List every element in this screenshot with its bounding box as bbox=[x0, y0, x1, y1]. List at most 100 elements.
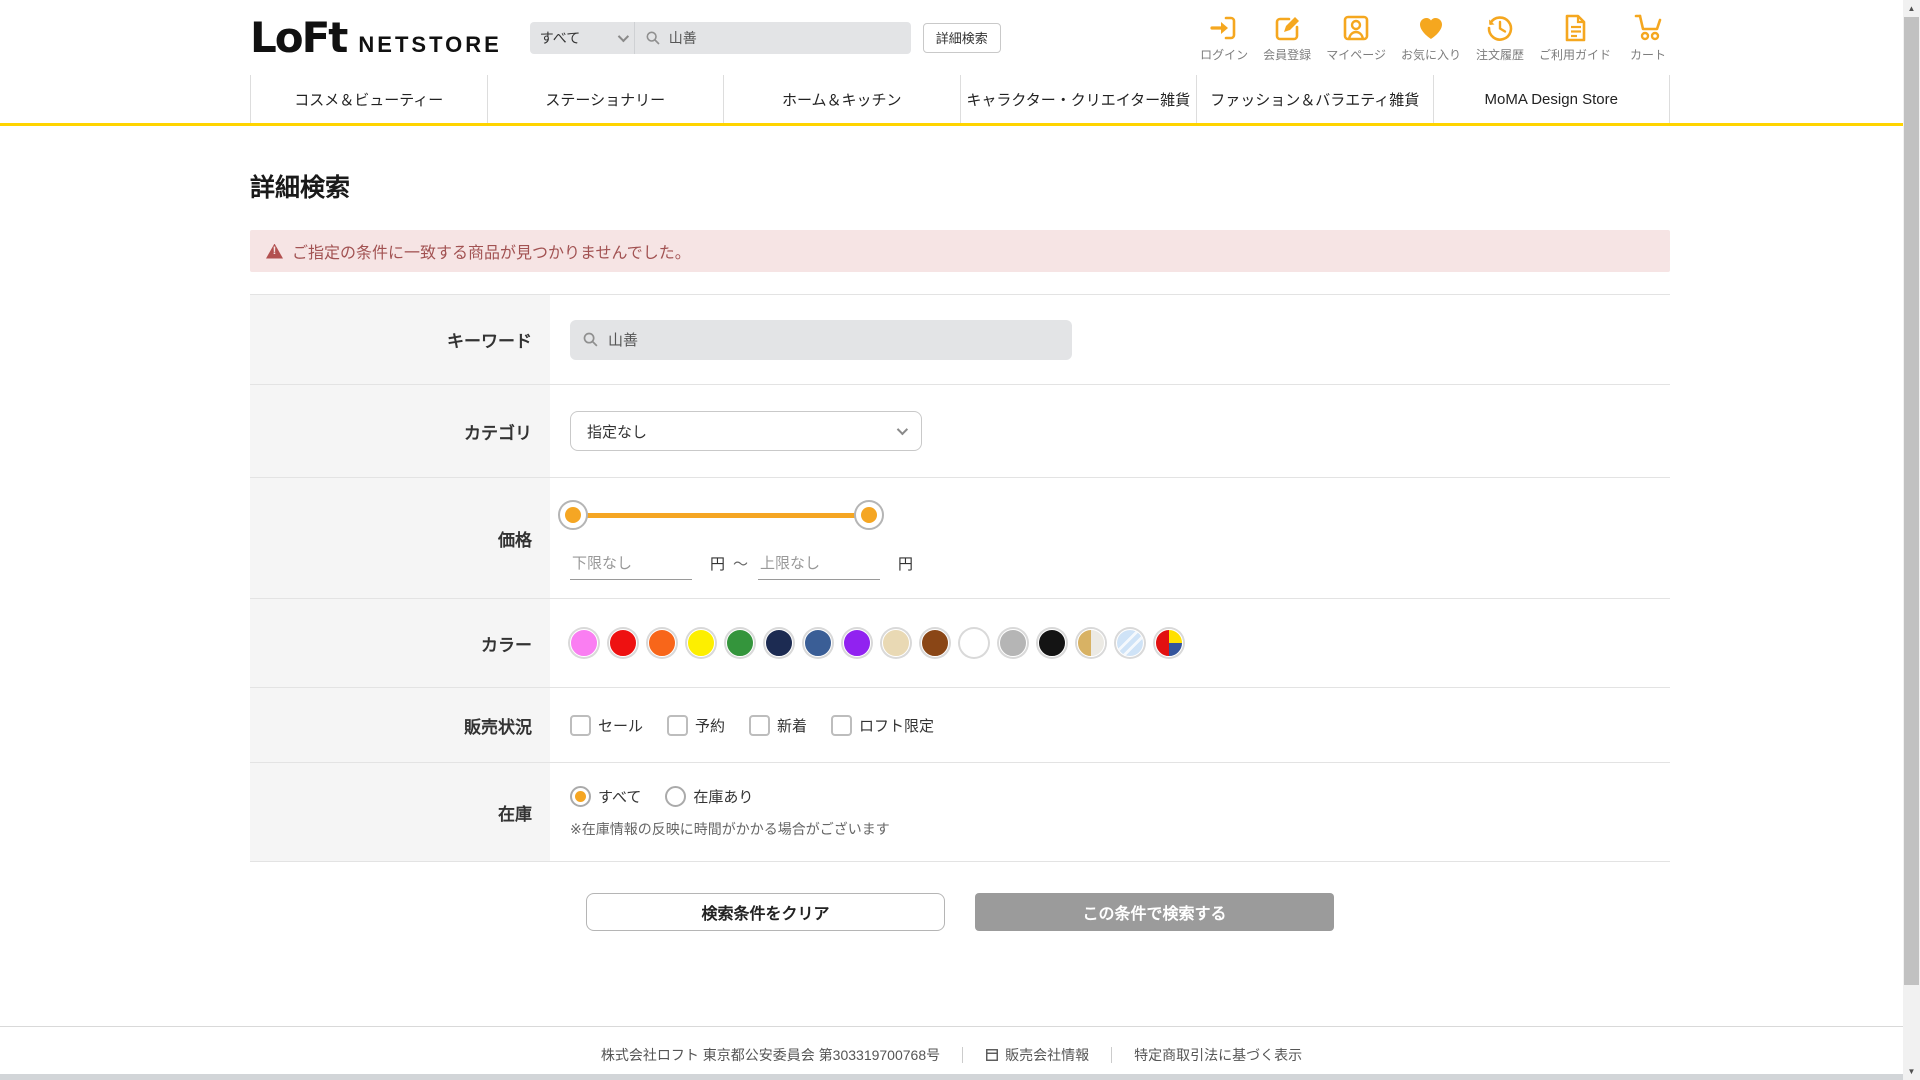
keyword-input[interactable]: 山善 bbox=[570, 319, 1072, 360]
nav-item-stationery[interactable]: ステーショナリー bbox=[486, 75, 724, 123]
price-max-input[interactable]: 上限なし bbox=[758, 550, 881, 580]
nav-item-fashion-variety[interactable]: ファッション＆バラエティ雑貨 bbox=[1196, 75, 1433, 123]
nav-item-moma[interactable]: MoMA Design Store bbox=[1432, 75, 1670, 123]
color-swatch-gold-silver[interactable] bbox=[1077, 629, 1105, 657]
checkbox-label: 予約 bbox=[695, 717, 726, 735]
nav-item-home-kitchen[interactable]: ホーム＆キッチン bbox=[723, 75, 960, 123]
quick-links: ログイン 会員登録 マイページ お気に入り 注文履歴 ご利用ガイド カート bbox=[1200, 13, 1670, 63]
store-logo[interactable]: LoFt NETSTORE bbox=[250, 13, 502, 62]
logo-store-text: NETSTORE bbox=[358, 32, 502, 57]
price-min-input[interactable]: 下限なし bbox=[570, 550, 692, 580]
login-link[interactable]: ログイン bbox=[1200, 13, 1248, 63]
seller-info-link[interactable]: 販売会社情報 bbox=[985, 1045, 1089, 1065]
favorites-link[interactable]: お気に入り bbox=[1401, 13, 1461, 63]
stock-label: 在庫 bbox=[250, 763, 550, 861]
footer-divider bbox=[1111, 1047, 1113, 1063]
color-swatch-brown[interactable] bbox=[921, 629, 949, 657]
status-checkbox-item[interactable]: セール bbox=[570, 714, 644, 736]
color-swatch-black[interactable] bbox=[1038, 629, 1066, 657]
checkbox-unchecked[interactable] bbox=[831, 714, 853, 736]
search-form: キーワード 山善 カテゴリ 指定なし 価格 下限なし 円 ～ 上限なし 円 カラ… bbox=[250, 294, 1670, 862]
order-history-label: 注文履歴 bbox=[1475, 47, 1524, 62]
mypage-label: マイページ bbox=[1326, 47, 1386, 62]
color-swatch-clear[interactable] bbox=[1116, 629, 1144, 657]
favorites-label: お気に入り bbox=[1400, 47, 1461, 62]
nav-item-cosmetics[interactable]: コスメ＆ビューティー bbox=[250, 75, 487, 123]
color-swatch-beige[interactable] bbox=[882, 629, 910, 657]
window-bottom-edge bbox=[0, 1074, 1903, 1080]
checkbox-label: 新着 bbox=[777, 717, 808, 735]
radio-selected[interactable] bbox=[570, 785, 591, 807]
footer-company-text: 株式会社ロフト 東京都公安委員会 第303319700768号 bbox=[600, 1047, 941, 1063]
status-checkbox-item[interactable]: ロフト限定 bbox=[831, 714, 935, 736]
color-swatch-yellow[interactable] bbox=[687, 629, 715, 657]
header-search-input[interactable]: 山善 bbox=[634, 21, 911, 54]
color-swatch-orange[interactable] bbox=[648, 629, 676, 657]
color-swatch-white[interactable] bbox=[960, 629, 988, 657]
category-select[interactable]: 指定なし bbox=[570, 411, 922, 451]
checkbox-label: セール bbox=[598, 717, 644, 735]
color-swatch-green[interactable] bbox=[726, 629, 754, 657]
category-selected-value: 指定なし bbox=[587, 423, 648, 441]
clear-conditions-button[interactable]: 検索条件をクリア bbox=[586, 893, 945, 931]
checkbox-unchecked[interactable] bbox=[570, 714, 591, 736]
page: LoFt NETSTORE すべて 山善 詳細検索 ログイン 会員登録 マイペー… bbox=[0, 0, 1920, 1080]
login-icon bbox=[1210, 16, 1236, 39]
status-checkbox-item[interactable]: 新着 bbox=[749, 714, 808, 736]
scrollbar-up-arrow[interactable]: ▲ bbox=[1903, 0, 1920, 17]
price-min-unit: 円 bbox=[710, 556, 726, 573]
register-link[interactable]: 会員登録 bbox=[1263, 13, 1311, 63]
stock-options: すべて 在庫あり bbox=[570, 785, 753, 807]
color-swatch-blue[interactable] bbox=[804, 629, 832, 657]
checkbox-label: ロフト限定 bbox=[859, 717, 935, 735]
price-slider-handle-max[interactable] bbox=[854, 500, 884, 530]
stock-radio-item[interactable]: 在庫あり bbox=[665, 785, 753, 807]
order-history-icon bbox=[1487, 15, 1513, 41]
cart-link[interactable]: カート bbox=[1626, 13, 1670, 63]
color-swatch-pink[interactable] bbox=[570, 629, 598, 657]
color-swatch-multicolor[interactable] bbox=[1155, 629, 1183, 657]
detail-search-button[interactable]: 詳細検索 bbox=[922, 22, 1001, 53]
chevron-down-icon bbox=[617, 30, 629, 42]
header-search-category-select[interactable]: すべて bbox=[529, 21, 634, 54]
cart-label: カート bbox=[1629, 47, 1666, 62]
search-with-conditions-button[interactable]: この条件で検索する bbox=[975, 893, 1334, 931]
error-message-text: ご指定の条件に一致する商品が見つかりませんでした。 bbox=[292, 245, 691, 262]
price-range-slider bbox=[558, 500, 884, 530]
color-swatch-purple[interactable] bbox=[843, 629, 871, 657]
header-search-category-value: すべて bbox=[539, 29, 581, 46]
main-content: 詳細検索 ご指定の条件に一致する商品が見つかりませんでした。 キーワード 山善 bbox=[250, 168, 1670, 931]
color-swatch-gray[interactable] bbox=[999, 629, 1027, 657]
price-separator: ～ bbox=[733, 556, 749, 573]
legal-link[interactable]: 特定商取引法に基づく表示 bbox=[1134, 1045, 1302, 1065]
vertical-scrollbar[interactable]: ▲ ▼ bbox=[1903, 0, 1920, 1080]
guide-label: ご利用ガイド bbox=[1538, 47, 1611, 62]
radio-unselected[interactable] bbox=[665, 785, 687, 807]
nav-item-character-goods[interactable]: キャラクター・クリエイター雑貨 bbox=[959, 75, 1197, 123]
price-label: 価格 bbox=[250, 478, 550, 598]
checkbox-unchecked[interactable] bbox=[749, 714, 771, 736]
checkbox-unchecked[interactable] bbox=[667, 714, 689, 736]
footer: 株式会社ロフト 東京都公安委員会 第303319700768号 販売会社情報 特… bbox=[0, 1026, 1903, 1065]
scrollbar-down-arrow[interactable]: ▼ bbox=[1903, 1063, 1920, 1080]
search-icon bbox=[646, 31, 660, 45]
seller-info-label: 販売会社情報 bbox=[1005, 1047, 1090, 1063]
login-label: ログイン bbox=[1200, 47, 1249, 62]
order-history-link[interactable]: 注文履歴 bbox=[1476, 13, 1524, 63]
scrollbar-thumb[interactable] bbox=[1904, 17, 1919, 985]
guide-icon bbox=[1565, 14, 1586, 41]
register-label: 会員登録 bbox=[1263, 47, 1312, 62]
price-row: 価格 下限なし 円 ～ 上限なし 円 bbox=[250, 478, 1670, 599]
keyword-value: 山善 bbox=[608, 332, 639, 349]
color-swatch-navy[interactable] bbox=[765, 629, 793, 657]
price-slider-handle-min[interactable] bbox=[558, 500, 588, 530]
search-icon bbox=[583, 332, 598, 347]
stock-radio-item[interactable]: すべて bbox=[570, 785, 641, 807]
storefront-icon bbox=[986, 1049, 999, 1061]
status-checkbox-item[interactable]: 予約 bbox=[667, 714, 726, 736]
mypage-link[interactable]: マイページ bbox=[1326, 13, 1386, 63]
color-swatch-red[interactable] bbox=[609, 629, 637, 657]
guide-link[interactable]: ご利用ガイド bbox=[1539, 13, 1611, 63]
stock-row: 在庫 すべて 在庫あり ※在庫情報の反映に時間がかかる場合がございます bbox=[250, 763, 1670, 862]
category-label: カテゴリ bbox=[250, 385, 550, 477]
